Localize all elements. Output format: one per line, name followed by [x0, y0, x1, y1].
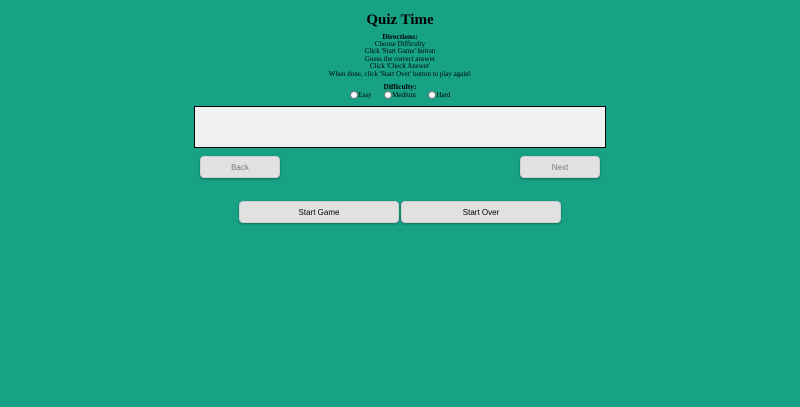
hard-label: Hard	[436, 91, 451, 99]
direction-step: When done, click 'Start Over' button to …	[328, 69, 472, 78]
difficulty-option-hard[interactable]: Hard	[427, 91, 451, 99]
next-button[interactable]: Next	[520, 156, 600, 178]
start-over-button[interactable]: Start Over	[401, 201, 561, 223]
quiz-page: Quiz Time Directions: Choose Difficulty …	[0, 0, 800, 407]
difficulty-heading: Difficulty:	[383, 82, 417, 91]
hard-radio[interactable]	[427, 91, 436, 99]
difficulty-options: Easy Medium Hard	[0, 91, 800, 99]
easy-label: Easy	[358, 91, 372, 99]
difficulty-option-easy[interactable]: Easy	[349, 91, 372, 99]
medium-label: Medium	[392, 91, 416, 99]
easy-radio[interactable]	[349, 91, 358, 99]
difficulty-section: Difficulty: Easy Medium Hard	[0, 83, 800, 99]
start-game-button[interactable]: Start Game	[239, 201, 399, 223]
page-title: Quiz Time	[366, 12, 434, 28]
directions-section: Directions: Choose Difficulty Click 'Sta…	[0, 33, 800, 79]
difficulty-option-medium[interactable]: Medium	[383, 91, 416, 99]
back-button[interactable]: Back	[200, 156, 280, 178]
medium-radio[interactable]	[383, 91, 392, 99]
question-display	[194, 106, 606, 148]
